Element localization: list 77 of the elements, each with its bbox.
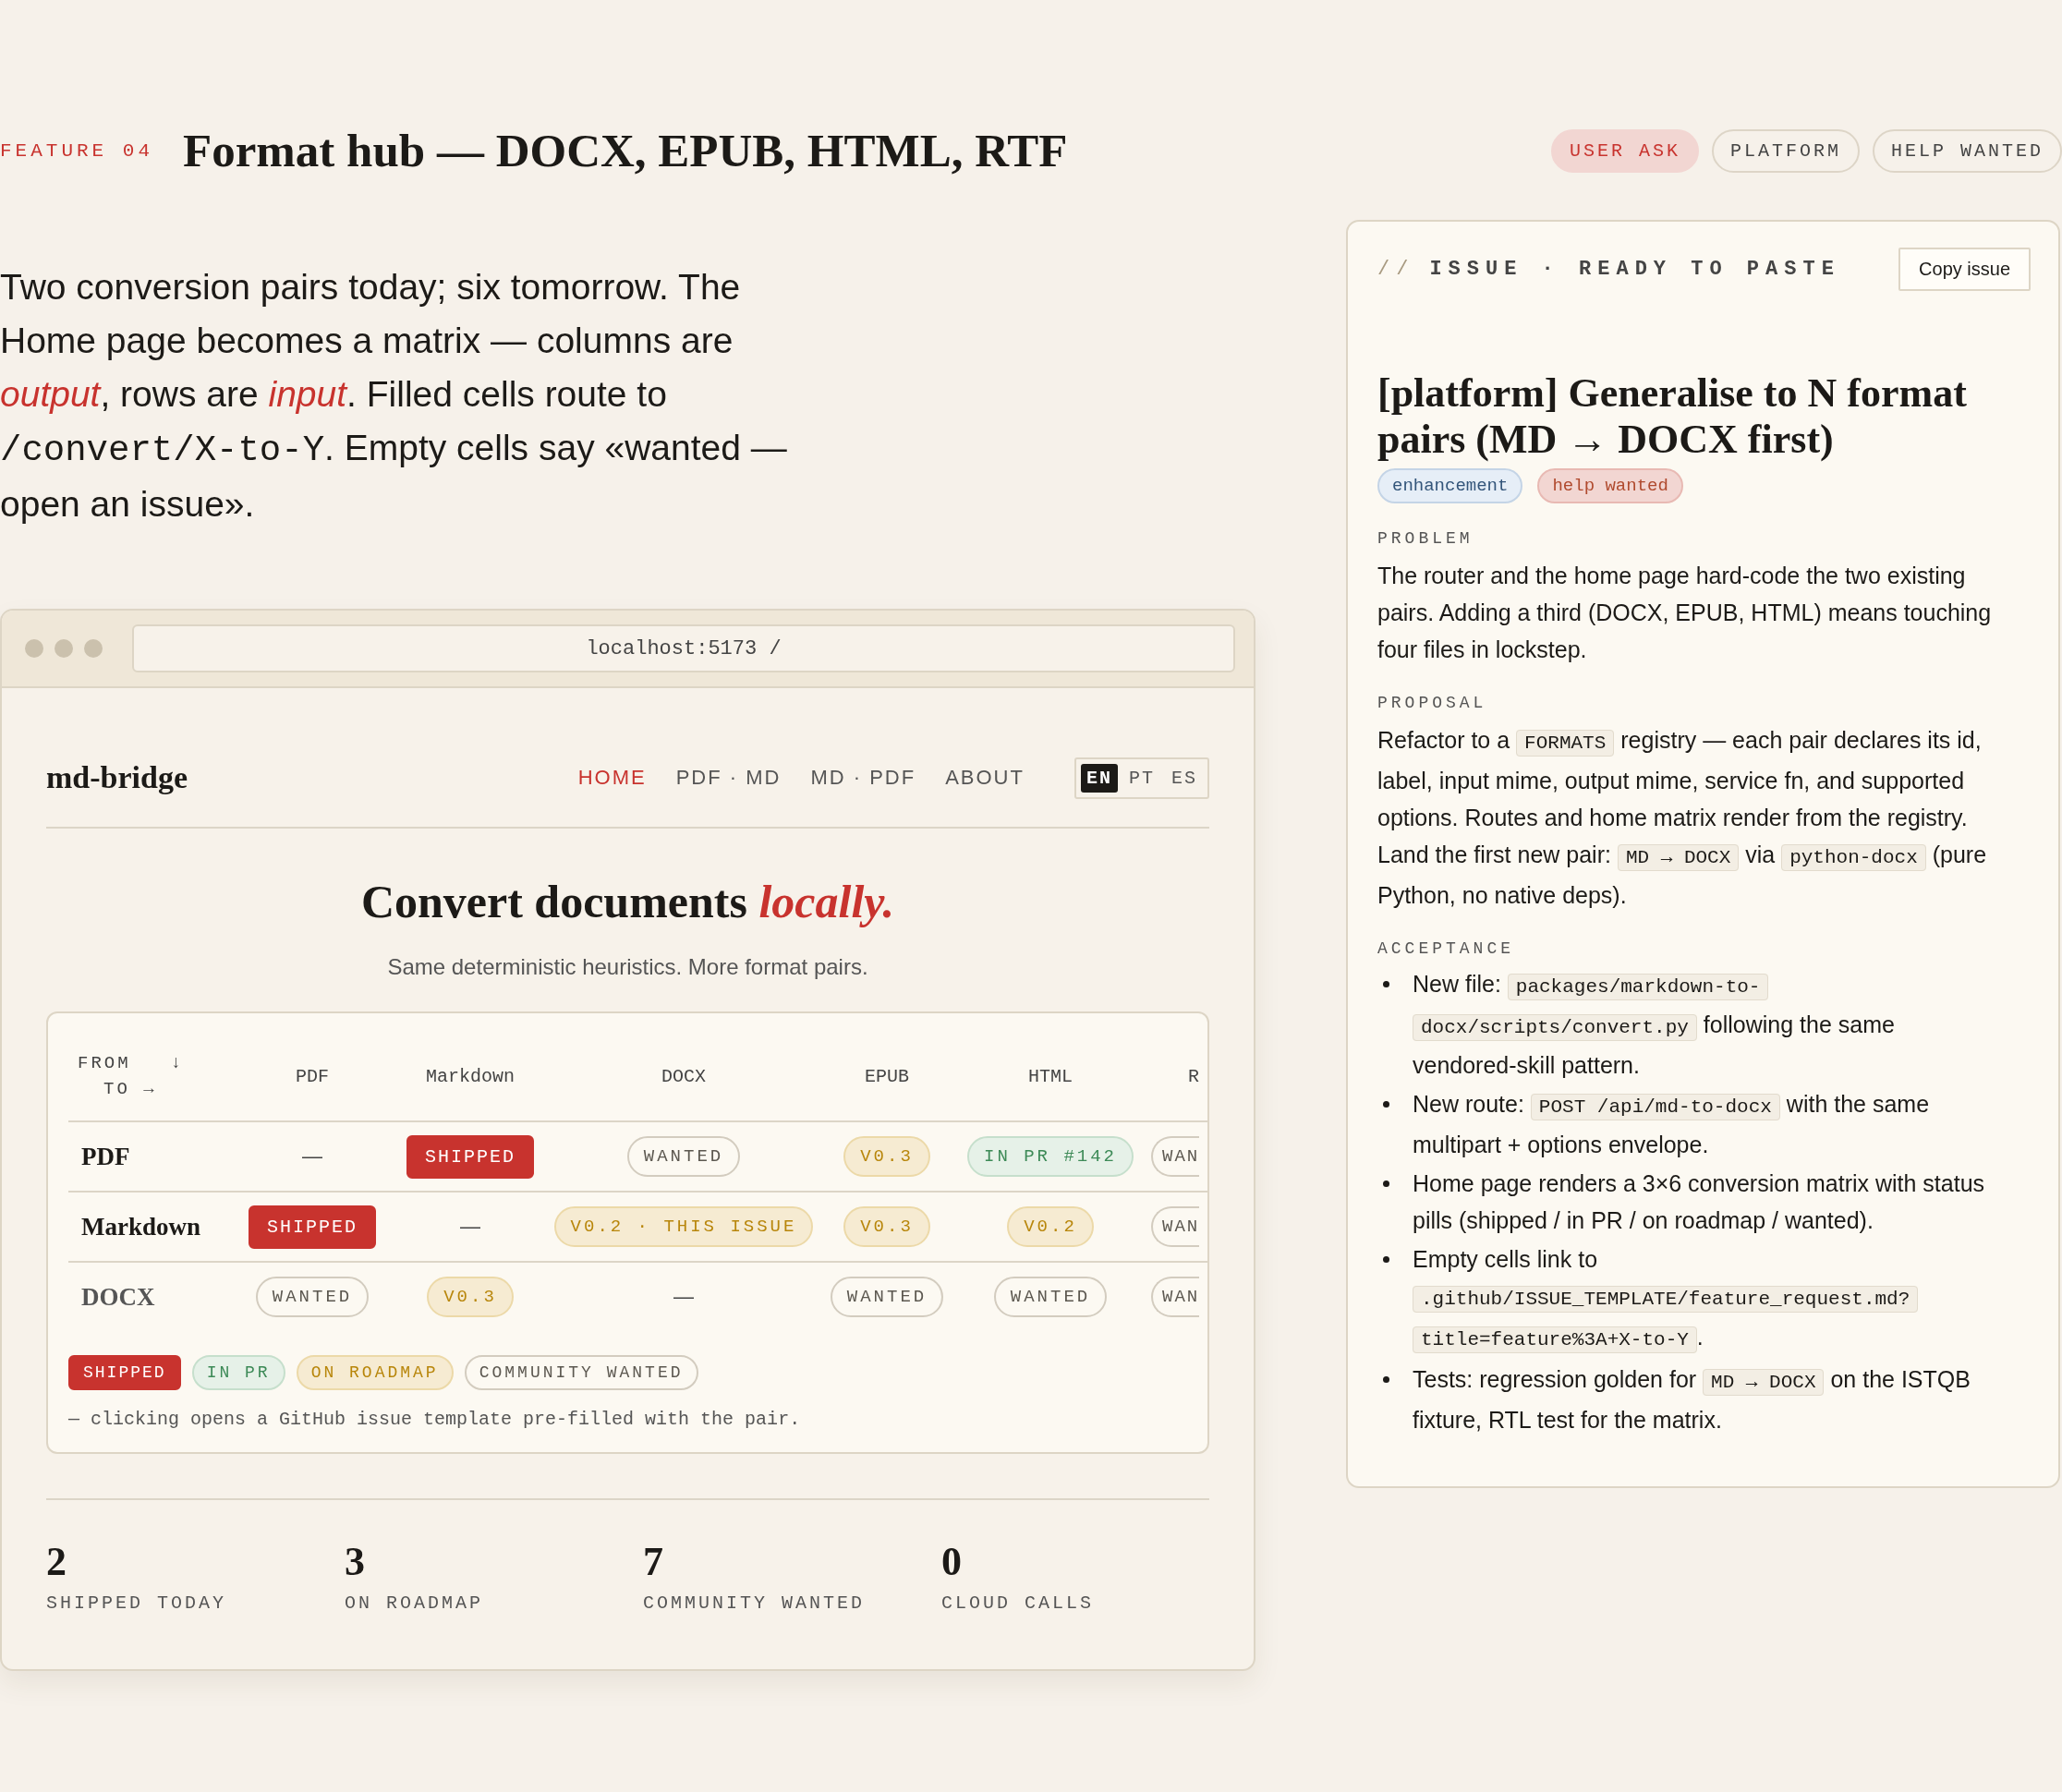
column-header: EPUB bbox=[865, 1065, 909, 1087]
legend-pill: ON ROADMAP bbox=[296, 1355, 454, 1390]
section-text: The router and the home page hard-code the two existing pairs. Adding a third (DOCX, EPUB, HTML) means touching four files in lockstep. bbox=[1377, 562, 1993, 664]
column-header: HTML bbox=[1028, 1065, 1073, 1087]
intro-paragraph: Two conversion pairs today; six tomorrow. The Home page becomes a matrix — columns are output, rows are input. Filled cells route to /convert/X-to-Y. Empty cells say «wanted — open an issue». bbox=[0, 266, 788, 526]
empty-cell-dash: — bbox=[460, 1215, 480, 1239]
nav-link[interactable]: ABOUT bbox=[945, 766, 1025, 790]
column-header: Markdown bbox=[426, 1065, 515, 1087]
stat-value: 2 bbox=[46, 1539, 67, 1585]
bullet-icon bbox=[1382, 1101, 1389, 1108]
row-label: Markdown bbox=[80, 1212, 200, 1241]
stat-value: 0 bbox=[941, 1539, 963, 1585]
bullet-icon bbox=[1382, 1181, 1389, 1187]
from-label: FROM ↓ bbox=[78, 1053, 186, 1073]
legend-note: — clicking opens a GitHub issue template pre-filled with the pair. bbox=[68, 1409, 802, 1430]
address-bar[interactable]: localhost:5173 / bbox=[132, 624, 1235, 672]
issue-title: [platform] Generalise to N format pairs (MD → DOCX first) bbox=[1377, 370, 1968, 463]
stat-value: 3 bbox=[345, 1539, 366, 1585]
status-pill[interactable]: WAN bbox=[1151, 1277, 1200, 1317]
page-subtitle: Same deterministic heuristics. More format pairs. bbox=[386, 954, 869, 980]
issue-eyebrow: ISSUE · READY TO PASTE bbox=[1429, 258, 1840, 281]
bullet-icon bbox=[1382, 1376, 1389, 1383]
section-heading: PROPOSAL bbox=[1377, 694, 1488, 712]
legend-pill: SHIPPED bbox=[68, 1355, 181, 1390]
page-heading: Convert documents locally. bbox=[359, 875, 896, 928]
column-header: PDF bbox=[296, 1065, 329, 1087]
status-pill[interactable]: WANTED bbox=[255, 1277, 370, 1317]
section-heading: PROBLEM bbox=[1377, 529, 1474, 548]
stat-label: ON ROADMAP bbox=[345, 1592, 485, 1614]
stat-value: 7 bbox=[643, 1539, 664, 1585]
status-pill[interactable]: WANTED bbox=[993, 1277, 1108, 1317]
comment-mark: // bbox=[1377, 258, 1415, 281]
issue-label: help wanted bbox=[1537, 468, 1683, 503]
to-label: TO → bbox=[103, 1079, 158, 1099]
tag: HELP WANTED bbox=[1872, 128, 2062, 173]
column-header: DOCX bbox=[661, 1065, 706, 1087]
status-pill[interactable]: SHIPPED bbox=[249, 1205, 376, 1249]
language-option[interactable]: EN bbox=[1080, 763, 1118, 793]
section-text: Refactor to a FORMATS registry — each pair declares its id, label, input mime, output mime, service fn, and supported options. Routes and home matrix render from the registry. Land the first new pair: MD → DOCX via python-docx (pure Python, no native deps). bbox=[1377, 726, 1988, 910]
nav-link[interactable]: HOME bbox=[577, 766, 647, 790]
stat-label: CLOUD CALLS bbox=[941, 1592, 1096, 1614]
issue-label: enhancement bbox=[1377, 468, 1523, 503]
tag: USER ASK bbox=[1550, 128, 1699, 173]
status-pill[interactable]: WANTED bbox=[830, 1277, 944, 1317]
empty-cell-dash: — bbox=[673, 1285, 694, 1309]
status-pill[interactable]: WANTED bbox=[626, 1136, 741, 1177]
row-label: DOCX bbox=[80, 1282, 155, 1311]
empty-cell-dash: — bbox=[302, 1144, 322, 1168]
bullet-icon bbox=[1382, 1256, 1389, 1263]
site-logo[interactable]: md-bridge bbox=[46, 760, 188, 795]
feature-title: Format hub — DOCX, EPUB, HTML, RTF bbox=[183, 124, 1068, 177]
row-label: PDF bbox=[80, 1142, 130, 1170]
legend-pill: IN PR bbox=[191, 1355, 285, 1390]
acceptance-item: New route: POST /api/md-to-docx with the same multipart + options envelope. bbox=[1413, 1090, 1931, 1159]
nav-link[interactable]: PDF · MD bbox=[675, 766, 782, 790]
nav-link[interactable]: MD · PDF bbox=[810, 766, 916, 790]
tag: PLATFORM bbox=[1711, 128, 1860, 173]
section-heading: ACCEPTANCE bbox=[1377, 939, 1516, 958]
status-pill[interactable]: WAN bbox=[1151, 1136, 1200, 1177]
stat-label: COMMUNITY WANTED bbox=[643, 1592, 867, 1614]
language-option[interactable]: ES bbox=[1166, 763, 1203, 793]
acceptance-item: Home page renders a 3×6 conversion matrix with status pills (shipped / in PR / on roadmap / wanted). bbox=[1413, 1169, 1985, 1235]
stat-label: SHIPPED TODAY bbox=[46, 1592, 228, 1614]
bullet-icon bbox=[1382, 981, 1389, 987]
acceptance-item: Tests: regression golden for MD → DOCX on the ISTQB fixture, RTL test for the matrix. bbox=[1413, 1365, 1971, 1435]
status-pill[interactable]: WAN bbox=[1151, 1206, 1200, 1247]
window-dot-icon[interactable] bbox=[84, 639, 103, 658]
status-pill[interactable]: SHIPPED bbox=[406, 1134, 534, 1179]
legend-pill: COMMUNITY WANTED bbox=[464, 1355, 698, 1390]
language-option[interactable]: PT bbox=[1122, 763, 1160, 793]
window-dot-icon[interactable] bbox=[25, 639, 43, 658]
feature-eyebrow: FEATURE 04 bbox=[0, 139, 154, 162]
window-dot-icon[interactable] bbox=[55, 639, 73, 658]
column-header: R bbox=[1188, 1065, 1199, 1087]
copy-issue-button[interactable]: Copy issue bbox=[1898, 248, 2031, 291]
status-pill[interactable]: IN PR #142 bbox=[967, 1136, 1134, 1177]
acceptance-item: New file: packages/markdown-to-docx/scripts/convert.py following the same vendored-skill pattern. bbox=[1413, 970, 1896, 1080]
